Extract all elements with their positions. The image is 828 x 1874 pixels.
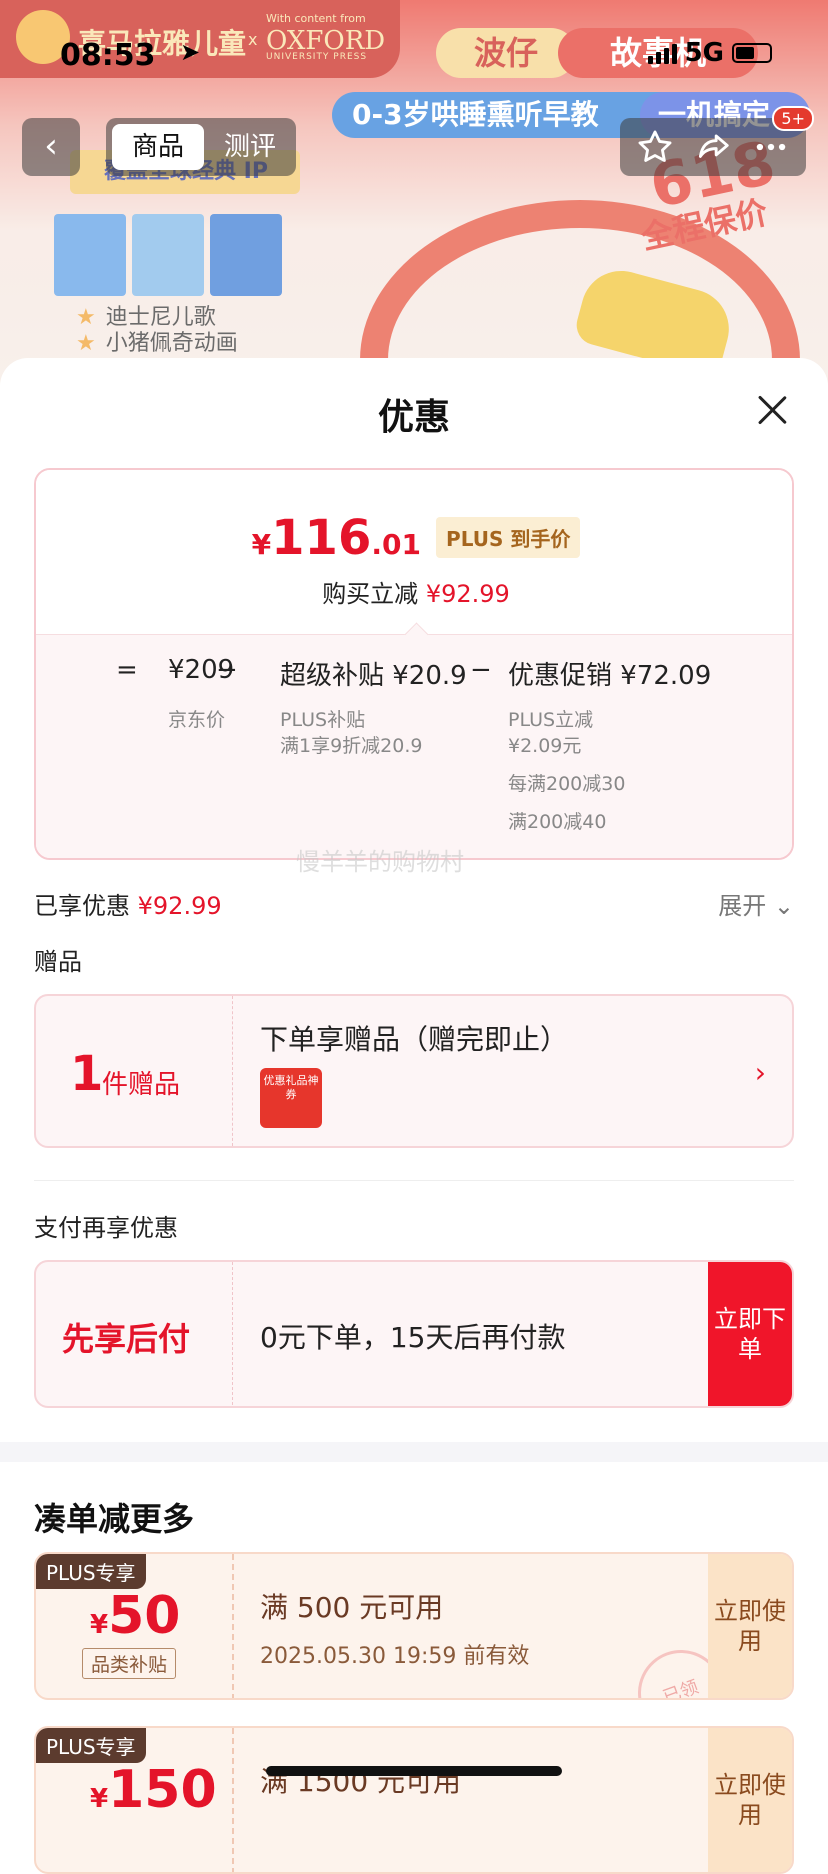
pay-later-desc: 0元下单，15天后再付款 [260, 1321, 566, 1354]
pay-later-card: 先享后付 0元下单，15天后再付款 立即下单 [34, 1260, 794, 1408]
home-indicator[interactable] [266, 1766, 562, 1776]
coupon-card: PLUS专享 ¥50 品类补贴 满 500 元可用 2025.05.30 19:… [34, 1552, 794, 1700]
final-price: ¥116.01 PLUS 到手价 [36, 510, 792, 566]
expand-button[interactable]: 展开 ⌄ [718, 886, 794, 921]
coupon-separator [232, 1554, 235, 1698]
enjoyed-discount: 已享优惠 ¥92.99 [34, 886, 222, 921]
price-currency: ¥ [251, 528, 272, 561]
divider [34, 1180, 794, 1181]
jd-price-label: 京东价 [168, 709, 226, 731]
subsidy-detail-1: PLUS补贴 [280, 709, 366, 731]
gift-count: 1 [70, 1046, 104, 1102]
order-now-button[interactable]: 立即下单 [708, 1262, 792, 1406]
purchase-reduction: 购买立减 ¥92.99 [36, 574, 792, 609]
status-indicators: 5G [647, 38, 772, 68]
gift-card[interactable]: 1 件赠品 下单享赠品（赠完即止） 优惠礼品神券 › [34, 994, 794, 1148]
gift-section-title: 赠品 [34, 948, 82, 976]
promo-detail-4: 满200减40 [508, 811, 607, 833]
plus-exclusive-tag: PLUS专享 [36, 1728, 146, 1763]
sheet-title: 优惠 [377, 397, 450, 438]
formula-minus: − [470, 655, 492, 685]
pay-later-title-area: 先享后付 [36, 1262, 233, 1406]
pay-later-title: 先享后付 [62, 1320, 191, 1358]
price-integer: 116 [271, 510, 372, 566]
enjoyed-label: 已享优惠 [34, 892, 130, 920]
nav-actions: 5+ [620, 106, 814, 176]
chevron-down-icon: ⌄ [773, 892, 794, 920]
tab-product[interactable]: 商品 [112, 124, 204, 170]
back-button[interactable]: ‹ [22, 118, 80, 176]
coupon-card: PLUS专享 ¥150 满 1500 元可用 立即使用 [34, 1726, 794, 1874]
coupon-value: 50 [108, 1586, 181, 1646]
tab-review[interactable]: 测评 [210, 124, 290, 170]
enjoyed-value: ¥92.99 [137, 892, 222, 920]
coupon-amount: ¥50 [90, 1586, 180, 1646]
coupon-amount: ¥150 [90, 1760, 217, 1820]
use-now-button[interactable]: 立即使用 [708, 1728, 792, 1872]
reduction-label: 购买立减 [322, 580, 419, 608]
subsidy-detail-2: 满1享9折减20.9 [280, 735, 423, 757]
final-price-area: ¥116.01 PLUS 到手价 购买立减 ¥92.99 [36, 470, 792, 634]
discount-sheet: 优惠 ¥116.01 PLUS 到手价 购买立减 ¥92.99 = ¥209 −… [0, 358, 828, 1874]
star-icon[interactable] [636, 128, 674, 166]
network-label: 5G [684, 38, 724, 68]
section-separator [0, 1442, 828, 1462]
chevron-left-icon: ‹ [44, 126, 58, 166]
promo-detail-2: ¥2.09元 [508, 735, 582, 757]
expand-label: 展开 [718, 892, 767, 920]
coupon-value: 150 [108, 1760, 217, 1820]
gift-thumbnail: 优惠礼品神券 [260, 1068, 322, 1128]
use-now-button[interactable]: 立即使用 [708, 1554, 792, 1698]
coupon-condition: 满 500 元可用 [260, 1591, 444, 1624]
more-discount-title: 凑单减更多 [34, 1500, 195, 1538]
close-button[interactable] [756, 394, 788, 426]
price-breakdown-card: ¥116.01 PLUS 到手价 购买立减 ¥92.99 = ¥209 − 超级… [34, 468, 794, 860]
watermark: 慢羊羊的购物村 [296, 848, 464, 876]
price-formula-area: = ¥209 − 超级补贴 ¥20.9 − 优惠促销 ¥72.09 京东价 PL… [36, 634, 792, 858]
price-decimal: .01 [371, 528, 421, 561]
gift-title: 下单享赠品（赠完即止） [260, 1023, 569, 1056]
pay-section-title: 支付再享优惠 [34, 1214, 178, 1242]
coupon-kind: 品类补贴 [82, 1648, 177, 1679]
more-icon[interactable] [752, 128, 790, 166]
nav-tabs: 商品 测评 [106, 118, 296, 176]
super-subsidy: 超级补贴 ¥20.9 [280, 661, 467, 691]
promo-discount: 优惠促销 ¥72.09 [508, 661, 712, 691]
chevron-right-icon: › [754, 1056, 766, 1089]
share-icon[interactable] [694, 128, 732, 166]
plus-price-tag: PLUS 到手价 [436, 517, 581, 558]
formula-minus: − [216, 655, 238, 685]
plus-exclusive-tag: PLUS专享 [36, 1554, 146, 1589]
battery-icon [732, 43, 772, 63]
status-time: 08:53 [60, 38, 156, 73]
coupon-expiry: 2025.05.30 19:59 前有效 [260, 1644, 530, 1669]
promo-detail-3: 每满200减30 [508, 773, 626, 795]
signal-icon [647, 42, 677, 64]
coupon-currency: ¥ [90, 1784, 109, 1814]
gift-unit: 件赠品 [102, 1070, 181, 1100]
formula-equals: = [116, 655, 138, 685]
location-arrow-icon: ➤ [180, 38, 201, 66]
reduction-value: ¥92.99 [425, 580, 510, 608]
promo-detail-1: PLUS立减 [508, 709, 594, 731]
gift-count-area: 1 件赠品 [36, 996, 233, 1146]
message-badge: 5+ [772, 106, 814, 131]
coupon-separator [232, 1728, 235, 1872]
coupon-currency: ¥ [90, 1610, 109, 1640]
